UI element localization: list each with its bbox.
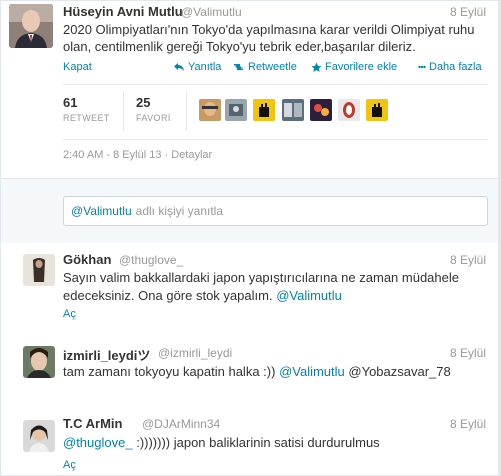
tweet-date[interactable]: 8 Eylül: [450, 5, 486, 19]
expand-link[interactable]: Aç: [63, 308, 76, 320]
details-link[interactable]: Detaylar: [171, 149, 212, 161]
retweet-icon: [234, 63, 243, 71]
reply-tweet[interactable]: T.C ArMin @DJArMinn34 8 Eylül @thuglove_…: [1, 406, 500, 475]
favoriter-avatar[interactable]: [310, 99, 332, 121]
reply-text: tam zamanı tokyoyu kapatin halka :)) @Va…: [63, 363, 483, 381]
reply-date[interactable]: 8 Eylül: [450, 417, 486, 431]
more-button[interactable]: Daha fazla: [418, 61, 482, 73]
divider: [63, 84, 488, 85]
favoriter-avatar[interactable]: [225, 99, 247, 121]
reply-icon: [174, 63, 184, 71]
reply-date[interactable]: 8 Eylül: [450, 253, 486, 267]
reply-text-body: tam zamanı tokyoyu kapatin halka :)): [63, 364, 276, 379]
favorite-count-label: FAVORİ: [136, 113, 171, 123]
reply-author-name[interactable]: Gökhan: [63, 252, 111, 267]
retweet-count-label: RETWEET: [63, 113, 110, 123]
divider: [63, 139, 488, 140]
reply-button[interactable]: Yanıtla: [174, 61, 221, 73]
favoriter-avatar[interactable]: [338, 99, 360, 121]
tweet-permalink: Hüseyin Avni Mutlu @Valimutlu 8 Eylül 20…: [0, 0, 501, 476]
favoriter-avatar[interactable]: [199, 99, 221, 121]
reply-mention: @Valimutlu: [71, 204, 132, 218]
favorite-count[interactable]: 25: [136, 95, 150, 110]
reply-input[interactable]: @Valimutlu adlı kişiyi yanıtla: [63, 196, 488, 226]
tweet-timestamp: 2:40 AM - 8 Eylül 13 · Detaylar: [63, 149, 212, 161]
author-handle[interactable]: @Valimutlu: [181, 5, 242, 19]
more-icon: [418, 65, 426, 69]
reply-tweet[interactable]: izmirli_leydiツ @izmirli_leydi 8 Eylül ta…: [1, 336, 500, 407]
favoriter-avatar[interactable]: [282, 99, 304, 121]
reply-avatar[interactable]: [23, 420, 55, 452]
retweet-count[interactable]: 61: [63, 95, 77, 110]
reply-text: Sayın valim bakkallardaki japon yapıştır…: [63, 269, 483, 305]
timestamp-text[interactable]: 2:40 AM - 8 Eylül 13: [63, 149, 161, 161]
main-tweet: Hüseyin Avni Mutlu @Valimutlu 8 Eylül 20…: [1, 1, 500, 178]
author-avatar[interactable]: [9, 4, 53, 48]
reply-avatar[interactable]: [23, 346, 55, 378]
reply-mention-link[interactable]: @thuglove_: [63, 435, 133, 450]
reply-label: Yanıtla: [188, 61, 222, 73]
reply-author-handle[interactable]: @thuglove_: [119, 253, 183, 267]
reply-text-body: Sayın valim bakkallardaki japon yapıştır…: [63, 270, 459, 303]
star-icon: [311, 62, 322, 72]
reply-author-name[interactable]: T.C ArMin: [63, 416, 122, 431]
stat-separator: [186, 91, 187, 131]
reply-author-name[interactable]: izmirli_leydiツ: [63, 345, 150, 364]
collapse-link[interactable]: Kapat: [63, 61, 92, 73]
reply-composer: @Valimutlu adlı kişiyi yanıtla: [1, 178, 500, 244]
reply-author-name-text: izmirli_leydi: [63, 348, 138, 363]
reply-tweet[interactable]: Gökhan @thuglove_ 8 Eylül Sayın valim ba…: [1, 243, 500, 337]
reply-date[interactable]: 8 Eylül: [450, 346, 486, 360]
reply-author-handle[interactable]: @izmirli_leydi: [158, 346, 232, 360]
stat-separator: [123, 91, 124, 131]
reply-avatar[interactable]: [23, 254, 55, 286]
favorite-label: Favorilere ekle: [325, 61, 398, 73]
favoriter-avatar[interactable]: [366, 99, 388, 121]
reply-mention-plain: @Yobazsavar_78: [348, 364, 451, 379]
reply-mention-link[interactable]: @Valimutlu: [279, 364, 345, 379]
expand-link[interactable]: Aç: [63, 459, 76, 471]
more-label: Daha fazla: [429, 61, 482, 73]
scrollbar[interactable]: [498, 1, 500, 475]
reply-author-handle[interactable]: @DJArMinn34: [142, 417, 220, 431]
tweet-text: 2020 Olimpiyatları'nın Tokyo'da yapılmas…: [63, 22, 475, 54]
author-name[interactable]: Hüseyin Avni Mutlu: [63, 4, 183, 19]
favorite-button[interactable]: Favorilere ekle: [311, 61, 397, 73]
reply-text-body: :))))))) japon baliklarinin satisi durdu…: [136, 435, 380, 450]
retweet-label: Retweetle: [248, 61, 297, 73]
name-emoji: ツ: [137, 348, 151, 363]
reply-text: @thuglove_ :))))))) japon baliklarinin s…: [63, 434, 483, 452]
retweet-button[interactable]: Retweetle: [232, 61, 297, 73]
favoriter-avatar[interactable]: [253, 99, 275, 121]
reply-placeholder: adlı kişiyi yanıtla: [135, 204, 224, 218]
reply-mention-link[interactable]: @Valimutlu: [276, 288, 342, 303]
